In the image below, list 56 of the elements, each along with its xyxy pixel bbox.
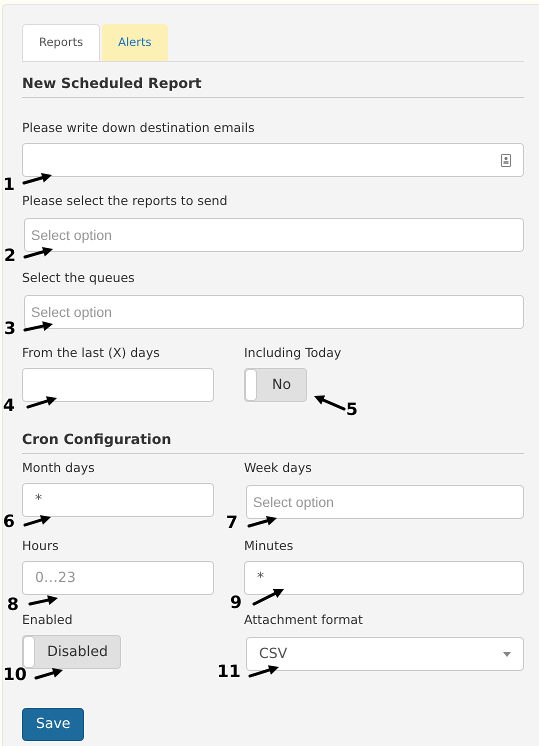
field-label: Please select the reports to send (22, 192, 228, 209)
pointer-arrow (28, 595, 58, 606)
field-label: Month days (22, 459, 95, 476)
input-field[interactable]: 0…23 (22, 561, 214, 595)
section-heading: New Scheduled Report (22, 76, 202, 92)
caret-icon (503, 652, 511, 656)
pointer-arrow (26, 396, 57, 408)
toggle-switch[interactable]: No (244, 368, 307, 402)
callout-number: 7 (226, 514, 238, 532)
format-dropdown[interactable]: CSV (246, 637, 524, 671)
callout-number: 4 (3, 397, 15, 415)
select-placeholder: Select option (31, 302, 112, 322)
field-label: Including Today (244, 344, 342, 361)
callout-number: 9 (230, 594, 242, 612)
field-label: From the last (X) days (22, 344, 160, 361)
field-label: Please write down destination emails (22, 119, 255, 136)
toggle-text: No (270, 376, 292, 394)
input-field[interactable] (22, 368, 214, 402)
pointer-arrow (24, 246, 53, 258)
toggle-knob (23, 636, 35, 668)
field-label: Select the queues (22, 269, 135, 286)
pointer-arrow (24, 321, 53, 332)
input-field[interactable]: * (244, 561, 524, 595)
callout-number: 3 (4, 320, 16, 338)
callout-number: 5 (346, 401, 358, 419)
select-placeholder: Select option (31, 226, 112, 245)
toggle-switch[interactable]: Disabled (22, 635, 121, 669)
tab[interactable]: Reports (22, 24, 100, 61)
save-button[interactable]: Save (22, 708, 84, 741)
pointer-arrow (34, 668, 63, 680)
callout-number: 1 (3, 176, 15, 194)
email-field[interactable] (22, 143, 524, 177)
callout-number: 10 (3, 666, 27, 684)
toggle-knob (245, 369, 257, 401)
pointer-arrow (248, 516, 277, 528)
field-label: Minutes (244, 537, 294, 554)
pointer-arrow (22, 172, 52, 184)
input-field[interactable]: * (22, 483, 214, 517)
field-label: Week days (244, 459, 312, 476)
toggle-text: Disabled (46, 642, 109, 662)
pointer-arrow (248, 665, 279, 678)
callout-number: 11 (217, 663, 241, 681)
callout-number: 2 (4, 247, 16, 265)
dropdown-value: CSV (259, 644, 288, 664)
field-label: Enabled (22, 611, 73, 628)
select-placeholder: Select option (253, 492, 334, 512)
tab[interactable]: Alerts (102, 24, 168, 61)
pointer-arrow (24, 515, 51, 526)
field-label: Attachment format (244, 611, 363, 628)
section-heading: Cron Configuration (22, 432, 172, 448)
callout-number: 8 (7, 596, 19, 614)
pointer-arrow (314, 395, 346, 410)
callout-number: 6 (3, 513, 15, 531)
pointer-arrow (252, 589, 284, 606)
field-label: Hours (22, 537, 59, 554)
contact-card-icon (501, 154, 511, 166)
